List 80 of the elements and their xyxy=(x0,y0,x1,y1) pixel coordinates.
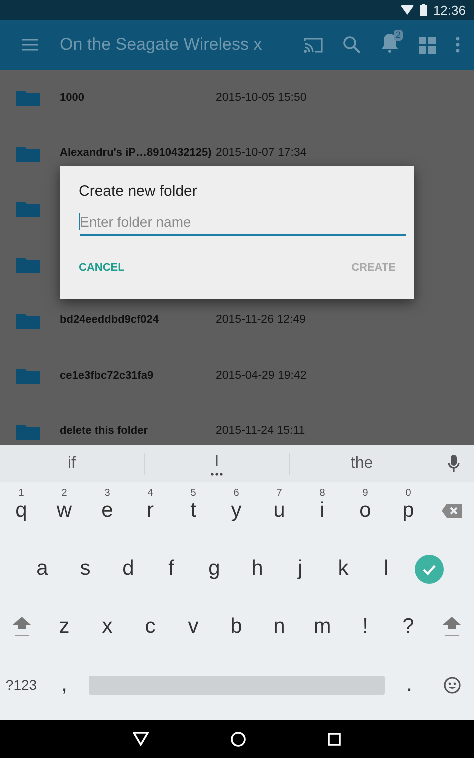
key[interactable]: s xyxy=(64,544,107,594)
key[interactable]: 9 o xyxy=(344,486,387,536)
cast-icon[interactable] xyxy=(304,38,323,52)
key[interactable]: 8 i xyxy=(301,486,344,536)
key[interactable]: a xyxy=(21,544,64,594)
key[interactable]: 7 u xyxy=(258,486,301,536)
folder-icon xyxy=(16,89,40,106)
file-date: 2015-04-29 19:42 xyxy=(216,370,307,382)
app-title: On the Seagate Wireless x xyxy=(60,35,264,55)
key[interactable]: k xyxy=(322,544,365,594)
key[interactable]: 0 p xyxy=(387,486,430,536)
key-hint: 4 xyxy=(146,488,154,499)
key[interactable]: h xyxy=(236,544,279,594)
key[interactable]: n xyxy=(258,602,301,652)
home-icon[interactable] xyxy=(231,732,246,746)
key[interactable]: b xyxy=(215,602,258,652)
folder-icon xyxy=(16,312,40,329)
file-date: 2015-11-24 15:11 xyxy=(216,425,306,438)
notification-badge: 2 xyxy=(394,30,403,40)
key-hint: 7 xyxy=(276,488,284,499)
folder-icon xyxy=(16,367,40,384)
recents-icon[interactable] xyxy=(328,732,341,746)
key[interactable]: 1 q xyxy=(0,486,43,536)
back-icon[interactable] xyxy=(133,732,149,746)
key[interactable]: f xyxy=(150,544,193,594)
suggestion[interactable]: the xyxy=(350,454,374,474)
key-hint: 3 xyxy=(104,488,112,499)
backspace-icon xyxy=(442,504,462,518)
key[interactable]: , xyxy=(43,660,86,710)
folder-icon xyxy=(16,422,40,440)
key-hint: 2 xyxy=(60,488,68,499)
menu-icon[interactable] xyxy=(22,39,38,51)
key[interactable]: c xyxy=(129,602,172,652)
key[interactable]: m xyxy=(301,602,344,652)
file-date: 2015-10-05 15:50 xyxy=(216,92,307,104)
key-hint: 6 xyxy=(232,488,240,499)
suggestion[interactable]: if xyxy=(68,454,76,474)
wifi-icon xyxy=(401,5,414,15)
folder-icon xyxy=(16,256,40,274)
grid-view-icon[interactable] xyxy=(419,36,436,54)
text-cursor xyxy=(79,213,80,230)
microphone-icon[interactable] xyxy=(448,454,460,472)
checkmark-icon xyxy=(415,554,444,584)
key[interactable]: l xyxy=(365,544,408,594)
search-icon[interactable] xyxy=(343,36,361,54)
key[interactable]: 6 y xyxy=(215,486,258,536)
emoji-icon xyxy=(444,676,461,694)
shift-icon xyxy=(442,617,460,637)
key[interactable]: 4 r xyxy=(129,486,172,536)
key[interactable]: 5 t xyxy=(172,486,215,536)
file-date: 2015-10-07 17:34 xyxy=(216,147,307,160)
key[interactable]: 3 e xyxy=(86,486,129,536)
key[interactable]: v xyxy=(172,602,215,652)
file-date: 2015-11-26 12:49 xyxy=(216,314,306,326)
key[interactable]: 2 w xyxy=(43,486,86,536)
dialog-title: Create new folder xyxy=(79,183,198,200)
symbols-key[interactable]: ?123 xyxy=(0,660,43,710)
folder-name-field[interactable]: Enter folder name xyxy=(80,210,406,236)
key-hint: 0 xyxy=(404,488,412,499)
key-hint: 5 xyxy=(190,488,198,499)
more-suggestions-icon[interactable] xyxy=(211,472,223,476)
folder-icon xyxy=(16,144,40,162)
battery-icon xyxy=(420,4,428,16)
key[interactable]: z xyxy=(43,602,86,652)
key[interactable]: ! xyxy=(344,602,387,652)
key[interactable]: d xyxy=(107,544,150,594)
bell-icon xyxy=(381,32,399,52)
more-icon[interactable] xyxy=(456,37,460,53)
key-hint: 8 xyxy=(318,488,326,499)
key[interactable]: ? xyxy=(387,602,430,652)
folder-icon xyxy=(16,200,40,218)
key[interactable]: g xyxy=(193,544,236,594)
key[interactable]: x xyxy=(86,602,129,652)
key-hint: 1 xyxy=(18,488,26,499)
key[interactable]: j xyxy=(279,544,322,594)
suggestion[interactable]: I xyxy=(214,452,220,472)
shift-icon xyxy=(12,617,30,637)
key-hint: 9 xyxy=(362,488,370,499)
key[interactable]: . xyxy=(388,660,431,710)
clock: 12:36 xyxy=(433,2,466,18)
